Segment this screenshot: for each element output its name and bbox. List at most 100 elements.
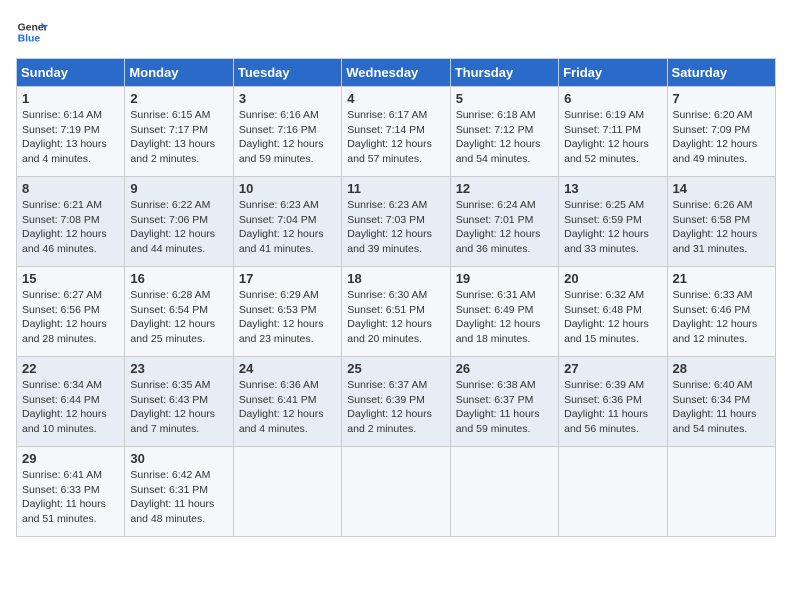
calendar-cell: 13Sunrise: 6:25 AM Sunset: 6:59 PM Dayli… xyxy=(559,177,667,267)
calendar-cell xyxy=(559,447,667,537)
calendar-cell: 10Sunrise: 6:23 AM Sunset: 7:04 PM Dayli… xyxy=(233,177,341,267)
day-info: Sunrise: 6:23 AM Sunset: 7:03 PM Dayligh… xyxy=(347,198,444,257)
calendar-cell: 12 Sunrise: 6:24 AM Sunset: 7:01 PM Dayli… xyxy=(450,177,558,267)
day-number: 5 xyxy=(456,91,553,106)
calendar-cell: 19 Sunrise: 6:31 AM Sunset: 6:49 PM Dayli… xyxy=(450,267,558,357)
day-info: Sunrise: 6:14 AM Sunset: 7:19 PM Dayligh… xyxy=(22,108,119,167)
day-number: 21 xyxy=(673,271,770,286)
day-number: 10 xyxy=(239,181,336,196)
logo-icon: General Blue xyxy=(16,16,48,48)
day-number: 23 xyxy=(130,361,227,376)
day-info: Sunrise: 6:35 AM Sunset: 6:43 PM Dayligh… xyxy=(130,378,227,437)
calendar-cell: 29 Sunrise: 6:41 AM Sunset: 6:33 PM Dayli… xyxy=(17,447,125,537)
day-number: 28 xyxy=(673,361,770,376)
weekday-header: Wednesday xyxy=(342,59,450,87)
calendar-cell: 27 Sunrise: 6:39 AM Sunset: 6:36 PM Dayli… xyxy=(559,357,667,447)
day-number: 6 xyxy=(564,91,661,106)
weekday-header: Thursday xyxy=(450,59,558,87)
day-info: Sunrise: 6:18 AM Sunset: 7:12 PM Dayligh… xyxy=(456,108,553,167)
calendar-cell: 30 Sunrise: 6:42 AM Sunset: 6:31 PM Dayli… xyxy=(125,447,233,537)
calendar-cell xyxy=(450,447,558,537)
day-info: Sunrise: 6:34 AM Sunset: 6:44 PM Dayligh… xyxy=(22,378,119,437)
day-info: Sunrise: 6:29 AM Sunset: 6:53 PM Dayligh… xyxy=(239,288,336,347)
day-info: Sunrise: 6:24 AM Sunset: 7:01 PM Dayligh… xyxy=(456,198,553,257)
calendar-cell: 18 Sunrise: 6:30 AM Sunset: 6:51 PM Dayli… xyxy=(342,267,450,357)
day-number: 30 xyxy=(130,451,227,466)
day-info: Sunrise: 6:37 AM Sunset: 6:39 PM Dayligh… xyxy=(347,378,444,437)
calendar-cell: 22 Sunrise: 6:34 AM Sunset: 6:44 PM Dayli… xyxy=(17,357,125,447)
day-number: 19 xyxy=(456,271,553,286)
svg-text:Blue: Blue xyxy=(18,34,41,45)
calendar-cell: 9 Sunrise: 6:22 AM Sunset: 7:06 PM Daylig… xyxy=(125,177,233,267)
day-number: 9 xyxy=(130,181,227,196)
day-number: 13 xyxy=(564,181,661,196)
day-info: Sunrise: 6:15 AM Sunset: 7:17 PM Dayligh… xyxy=(130,108,227,167)
day-number: 15 xyxy=(22,271,119,286)
day-number: 24 xyxy=(239,361,336,376)
calendar-cell: 4 Sunrise: 6:17 AM Sunset: 7:14 PM Daylig… xyxy=(342,87,450,177)
calendar-cell: 14 Sunrise: 6:26 AM Sunset: 6:58 PM Dayli… xyxy=(667,177,775,267)
calendar-week-row: 8Sunrise: 6:21 AM Sunset: 7:08 PM Daylig… xyxy=(17,177,776,267)
calendar-week-row: 22 Sunrise: 6:34 AM Sunset: 6:44 PM Dayli… xyxy=(17,357,776,447)
day-number: 29 xyxy=(22,451,119,466)
svg-text:General: General xyxy=(18,22,48,33)
day-number: 18 xyxy=(347,271,444,286)
day-number: 27 xyxy=(564,361,661,376)
weekday-header-row: SundayMondayTuesdayWednesdayThursdayFrid… xyxy=(17,59,776,87)
day-number: 20 xyxy=(564,271,661,286)
calendar-cell: 3Sunrise: 6:16 AM Sunset: 7:16 PM Daylig… xyxy=(233,87,341,177)
day-info: Sunrise: 6:33 AM Sunset: 6:46 PM Dayligh… xyxy=(673,288,770,347)
day-info: Sunrise: 6:20 AM Sunset: 7:09 PM Dayligh… xyxy=(673,108,770,167)
calendar-cell: 26Sunrise: 6:38 AM Sunset: 6:37 PM Dayli… xyxy=(450,357,558,447)
calendar-cell: 16 Sunrise: 6:28 AM Sunset: 6:54 PM Dayli… xyxy=(125,267,233,357)
day-number: 25 xyxy=(347,361,444,376)
calendar-cell: 6 Sunrise: 6:19 AM Sunset: 7:11 PM Daylig… xyxy=(559,87,667,177)
calendar-cell xyxy=(342,447,450,537)
calendar-cell: 24 Sunrise: 6:36 AM Sunset: 6:41 PM Dayli… xyxy=(233,357,341,447)
day-info: Sunrise: 6:21 AM Sunset: 7:08 PM Dayligh… xyxy=(22,198,119,257)
day-number: 2 xyxy=(130,91,227,106)
calendar-week-row: 1 Sunrise: 6:14 AM Sunset: 7:19 PM Daylig… xyxy=(17,87,776,177)
calendar-cell: 23 Sunrise: 6:35 AM Sunset: 6:43 PM Dayli… xyxy=(125,357,233,447)
calendar-cell xyxy=(667,447,775,537)
calendar-cell: 15 Sunrise: 6:27 AM Sunset: 6:56 PM Dayli… xyxy=(17,267,125,357)
day-number: 22 xyxy=(22,361,119,376)
weekday-header: Tuesday xyxy=(233,59,341,87)
calendar-cell: 7 Sunrise: 6:20 AM Sunset: 7:09 PM Daylig… xyxy=(667,87,775,177)
day-info: Sunrise: 6:27 AM Sunset: 6:56 PM Dayligh… xyxy=(22,288,119,347)
day-number: 16 xyxy=(130,271,227,286)
calendar-cell: 28 Sunrise: 6:40 AM Sunset: 6:34 PM Dayli… xyxy=(667,357,775,447)
calendar-cell: 1 Sunrise: 6:14 AM Sunset: 7:19 PM Daylig… xyxy=(17,87,125,177)
calendar-table: SundayMondayTuesdayWednesdayThursdayFrid… xyxy=(16,58,776,537)
calendar-cell: 2 Sunrise: 6:15 AM Sunset: 7:17 PM Daylig… xyxy=(125,87,233,177)
calendar-cell: 21 Sunrise: 6:33 AM Sunset: 6:46 PM Dayli… xyxy=(667,267,775,357)
day-info: Sunrise: 6:31 AM Sunset: 6:49 PM Dayligh… xyxy=(456,288,553,347)
calendar-cell: 5 Sunrise: 6:18 AM Sunset: 7:12 PM Daylig… xyxy=(450,87,558,177)
day-info: Sunrise: 6:40 AM Sunset: 6:34 PM Dayligh… xyxy=(673,378,770,437)
day-info: Sunrise: 6:19 AM Sunset: 7:11 PM Dayligh… xyxy=(564,108,661,167)
day-number: 12 xyxy=(456,181,553,196)
day-info: Sunrise: 6:30 AM Sunset: 6:51 PM Dayligh… xyxy=(347,288,444,347)
calendar-cell xyxy=(233,447,341,537)
day-number: 4 xyxy=(347,91,444,106)
calendar-cell: 11 Sunrise: 6:23 AM Sunset: 7:03 PM Dayli… xyxy=(342,177,450,267)
day-info: Sunrise: 6:17 AM Sunset: 7:14 PM Dayligh… xyxy=(347,108,444,167)
day-info: Sunrise: 6:36 AM Sunset: 6:41 PM Dayligh… xyxy=(239,378,336,437)
day-info: Sunrise: 6:39 AM Sunset: 6:36 PM Dayligh… xyxy=(564,378,661,437)
calendar-cell: 17 Sunrise: 6:29 AM Sunset: 6:53 PM Dayli… xyxy=(233,267,341,357)
calendar-week-row: 15 Sunrise: 6:27 AM Sunset: 6:56 PM Dayli… xyxy=(17,267,776,357)
day-number: 1 xyxy=(22,91,119,106)
day-info: Sunrise: 6:22 AM Sunset: 7:06 PM Dayligh… xyxy=(130,198,227,257)
day-info: Sunrise: 6:42 AM Sunset: 6:31 PM Dayligh… xyxy=(130,468,227,527)
day-number: 14 xyxy=(673,181,770,196)
day-info: Sunrise: 6:41 AM Sunset: 6:33 PM Dayligh… xyxy=(22,468,119,527)
day-number: 11 xyxy=(347,181,444,196)
day-number: 17 xyxy=(239,271,336,286)
day-number: 7 xyxy=(673,91,770,106)
page-header: General Blue xyxy=(16,16,776,48)
day-info: Sunrise: 6:28 AM Sunset: 6:54 PM Dayligh… xyxy=(130,288,227,347)
day-info: Sunrise: 6:26 AM Sunset: 6:58 PM Dayligh… xyxy=(673,198,770,257)
weekday-header: Monday xyxy=(125,59,233,87)
weekday-header: Saturday xyxy=(667,59,775,87)
day-number: 26 xyxy=(456,361,553,376)
